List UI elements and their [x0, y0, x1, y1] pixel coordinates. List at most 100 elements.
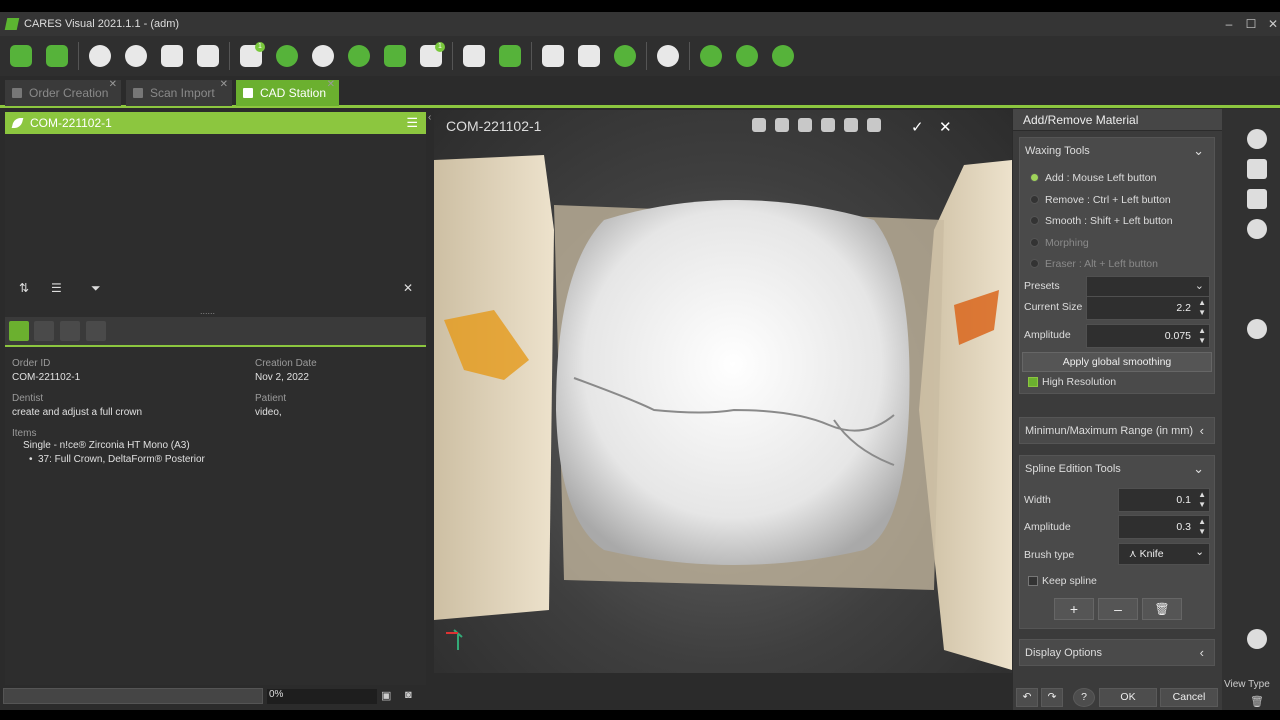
tab-order-creation[interactable]: Order Creation ✕ — [5, 79, 121, 106]
presets-select[interactable]: ⌄ — [1086, 276, 1210, 298]
gear-icon — [614, 45, 636, 67]
jaw-green-button[interactable] — [344, 41, 374, 71]
subtab-info[interactable] — [9, 321, 29, 341]
tooth-tool-button[interactable]: 1 — [236, 41, 266, 71]
smooth-option[interactable]: Smooth : Shift + Left button — [1030, 215, 1173, 227]
view-occlusal-icon[interactable] — [1247, 129, 1267, 149]
display-options-section[interactable]: Display Options ‹ — [1019, 639, 1215, 666]
help-button[interactable]: ? — [1073, 688, 1095, 707]
support-button[interactable] — [732, 41, 762, 71]
save-icon[interactable]: ▣ — [381, 689, 391, 702]
collapse-left-icon[interactable]: ‹ — [428, 112, 432, 137]
spinner-arrows-icon[interactable]: ▲ ▼ — [1198, 490, 1206, 510]
order-list-button[interactable] — [42, 41, 72, 71]
morphing-option[interactable]: Morphing — [1030, 237, 1089, 249]
view-side-icon[interactable] — [1247, 189, 1267, 209]
ok-button[interactable]: OK — [1099, 688, 1157, 707]
badge-count: 1 — [435, 42, 445, 52]
3d-viewport[interactable]: COM-221102-1 ✓ ✕ — [434, 110, 1012, 673]
cancel-button[interactable]: Cancel — [1160, 688, 1218, 707]
spinner-arrows-icon[interactable]: ▲ ▼ — [1198, 326, 1206, 346]
import-button[interactable] — [157, 41, 187, 71]
add-option[interactable]: Add : Mouse Left button — [1030, 172, 1157, 184]
implant-button[interactable]: 1 — [416, 41, 446, 71]
subtab-camera[interactable] — [60, 321, 80, 341]
subtab-headset[interactable] — [34, 321, 54, 341]
statistics-button[interactable] — [459, 41, 489, 71]
view-reset-icon[interactable] — [1247, 629, 1267, 649]
view-buccal-icon[interactable] — [1247, 319, 1267, 339]
sort-icon[interactable]: ⇅ — [19, 281, 29, 295]
sync-button[interactable] — [653, 41, 683, 71]
clipboard-button[interactable] — [538, 41, 568, 71]
spline-amplitude-spinner[interactable]: 0.3 ▲ ▼ — [1118, 515, 1210, 539]
tab-scan-import[interactable]: Scan Import ✕ — [126, 79, 232, 106]
display-options-header[interactable]: Display Options ‹ — [1020, 640, 1214, 666]
new-order-button[interactable] — [6, 41, 36, 71]
view-tooth-icon[interactable] — [752, 118, 766, 132]
tab-close-button[interactable]: ✕ — [220, 72, 228, 98]
waxing-tools-section: Waxing Tools ⌄ Add : Mouse Left button R… — [1019, 137, 1215, 394]
view-type-label: View Type — [1224, 679, 1270, 690]
spline-edition-header[interactable]: Spline Edition Tools ⌄ — [1020, 456, 1214, 482]
view-jaw-icon[interactable] — [775, 118, 789, 132]
subtab-notes[interactable] — [86, 321, 106, 341]
list-view-icon[interactable]: ☰ — [51, 281, 62, 295]
eraser-option[interactable]: Eraser : Alt + Left button — [1030, 258, 1158, 270]
camera-icon[interactable]: ◙ — [405, 689, 412, 701]
high-resolution-checkbox[interactable] — [1028, 377, 1038, 387]
min-max-range-section[interactable]: Minimun/Maximum Range (in mm) ‹ — [1019, 417, 1215, 444]
close-window-button[interactable]: ✕ — [1262, 12, 1280, 36]
view-lingual-icon[interactable] — [1247, 219, 1267, 239]
filter-icon[interactable]: ⏷ — [91, 281, 101, 296]
settings-scan-button[interactable] — [121, 41, 151, 71]
arch-outline-button[interactable] — [308, 41, 338, 71]
tab-bar: Order Creation ✕ Scan Import ✕ CAD Stati… — [0, 78, 1280, 108]
accept-button[interactable]: ✓ — [911, 118, 924, 136]
view-arch-icon[interactable] — [798, 118, 812, 132]
trash-icon[interactable]: 🗑 — [1250, 695, 1264, 708]
view-implant-icon[interactable] — [844, 118, 858, 132]
undo-button[interactable]: ↶ — [1016, 688, 1038, 707]
keep-spline-checkbox[interactable] — [1028, 576, 1038, 586]
user-button[interactable] — [574, 41, 604, 71]
shield-button[interactable] — [495, 41, 525, 71]
view-front-icon[interactable] — [1247, 159, 1267, 179]
remove-option[interactable]: Remove : Ctrl + Left button — [1030, 194, 1171, 206]
power-button[interactable] — [768, 41, 798, 71]
redo-button[interactable]: ↷ — [1041, 688, 1063, 707]
view-box-icon[interactable] — [821, 118, 835, 132]
view-sliders-icon[interactable] — [867, 118, 881, 132]
spinner-arrows-icon[interactable]: ▲ ▼ — [1198, 298, 1206, 318]
brush-type-label: Brush type — [1024, 549, 1075, 561]
remove-spline-button[interactable]: – — [1098, 598, 1138, 620]
main-toolbar: 1 1 — [0, 36, 1280, 76]
apply-global-smoothing-button[interactable]: Apply global smoothing — [1022, 352, 1212, 372]
maximize-button[interactable]: ☐ — [1240, 12, 1262, 36]
cancel-view-button[interactable]: ✕ — [939, 118, 952, 136]
badge-count: 1 — [255, 42, 265, 52]
close-filter-button[interactable]: ✕ — [403, 281, 413, 295]
delete-spline-button[interactable]: 🗑 — [1142, 598, 1182, 620]
web-button[interactable] — [696, 41, 726, 71]
current-size-spinner[interactable]: 2.2 ▲ ▼ — [1086, 296, 1210, 320]
bridge-button[interactable] — [380, 41, 410, 71]
tooth-model[interactable] — [434, 110, 1012, 673]
arch-tool-button[interactable] — [272, 41, 302, 71]
brush-type-select[interactable]: ⋏ Knife ⌄ — [1118, 543, 1210, 565]
minimize-button[interactable]: – — [1218, 12, 1240, 36]
menu-icon[interactable]: ☰ — [406, 112, 418, 134]
add-spline-button[interactable]: + — [1054, 598, 1094, 620]
min-max-range-header[interactable]: Minimun/Maximum Range (in mm) ‹ — [1020, 418, 1214, 444]
tab-close-button[interactable]: ✕ — [327, 72, 335, 98]
scan-button[interactable] — [85, 41, 115, 71]
amplitude-spinner[interactable]: 0.075 ▲ ▼ — [1086, 324, 1210, 348]
settings-button[interactable] — [610, 41, 640, 71]
waxing-tools-header[interactable]: Waxing Tools ⌄ — [1020, 138, 1214, 164]
resize-handle[interactable]: ...... — [200, 306, 215, 316]
width-spinner[interactable]: 0.1 ▲ ▼ — [1118, 488, 1210, 512]
export-button[interactable] — [193, 41, 223, 71]
tab-close-button[interactable]: ✕ — [109, 72, 117, 98]
spinner-arrows-icon[interactable]: ▲ ▼ — [1198, 517, 1206, 537]
tab-cad-station[interactable]: CAD Station ✕ — [236, 79, 339, 106]
